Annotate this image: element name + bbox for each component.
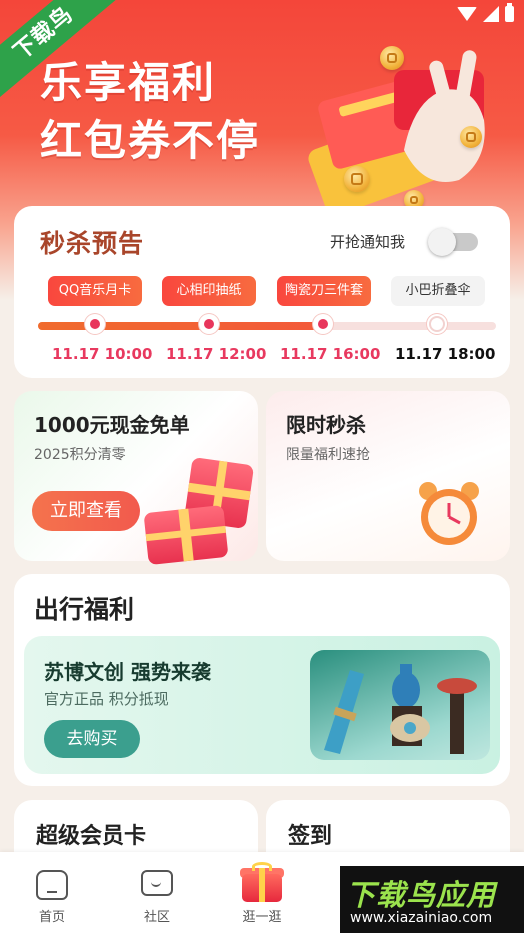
section-title: 出行福利 [34,595,135,624]
promo-subtitle: 限量福利速抢 [286,447,370,463]
hero-title: 乐享福利 红包券不停 [40,54,260,170]
session-chip[interactable]: 心相印抽纸 [162,276,256,306]
watermark-title: 下载鸟应用 [346,878,497,912]
session-chip[interactable]: 小巴折叠伞 [391,276,485,306]
toggle-knob [428,228,456,256]
gift-box-icon [143,504,229,566]
promo-subtitle: 2025积分清零 [34,447,126,463]
gift-icon [240,862,284,902]
coin-icon [380,46,404,70]
watermark-url: www.xiazainiao.com [350,910,493,926]
coin-icon [344,166,370,192]
site-watermark: 下载鸟应用 www.xiazainiao.com [340,866,524,933]
travel-welfare-section: 出行福利 苏博文创 强势来袭 官方正品 积分抵现 去购买 [14,574,510,786]
flash-sale-title: 秒杀预告 [40,229,145,258]
timeline-dot [85,314,105,334]
session-chip[interactable]: 陶瓷刀三件套 [277,276,371,306]
session-time: 11.17 10:00 [52,345,153,363]
flash-sale-card: 秒杀预告 开抢通知我 QQ音乐月卡 心相印抽纸 陶瓷刀三件套 小巴折叠伞 11.… [14,206,510,378]
artifact-illustration [310,650,490,760]
timeline-dot [313,314,333,334]
coin-icon [460,126,482,148]
banner-subtitle: 官方正品 积分抵现 [44,690,169,708]
banner-title: 苏博文创 强势来袭 [44,660,211,684]
sign-in-title: 签到 [281,818,332,850]
buy-button[interactable]: 去购买 [44,720,140,758]
cash-free-order-card[interactable]: 1000元现金免单 2025积分清零 立即查看 [14,391,258,566]
timeline-dot [199,314,219,334]
session-time: 11.17 18:00 [395,345,496,363]
home-icon [36,870,68,900]
limited-flash-sale-card[interactable]: 限时秒杀 限量福利速抢 [266,391,510,561]
tab-label: 首页 [38,910,65,925]
promo-title: 限时秒杀 [286,413,366,437]
wifi-icon [457,7,477,21]
notify-toggle[interactable] [428,226,480,256]
session-time: 11.17 12:00 [166,345,267,363]
hero-title-line2: 红包券不停 [40,116,261,165]
tab-community[interactable]: 社区 [117,852,197,933]
hero-title-line1: 乐享福利 [40,58,217,107]
notify-label: 开抢通知我 [330,233,406,251]
signal-icon [483,6,499,22]
timeline-dot [427,314,447,334]
tab-label: 逛一逛 [242,910,282,925]
vip-card-title: 超级会员卡 [29,818,146,850]
museum-merch-banner[interactable]: 苏博文创 强势来袭 官方正品 积分抵现 去购买 [24,636,500,774]
tab-label: 社区 [143,910,170,925]
session-chip[interactable]: QQ音乐月卡 [48,276,142,306]
chat-icon [141,870,173,896]
status-bar [457,3,514,22]
timeline-progress [38,322,324,330]
alarm-clock-icon [419,482,479,545]
tab-browse[interactable]: 逛一逛 [222,852,302,933]
battery-icon [505,3,514,22]
view-now-button[interactable]: 立即查看 [32,491,140,531]
tab-home[interactable]: 首页 [12,852,92,933]
hero-illustration [284,30,504,220]
session-time: 11.17 16:00 [280,345,381,363]
promo-title: 1000元现金免单 [34,413,190,437]
